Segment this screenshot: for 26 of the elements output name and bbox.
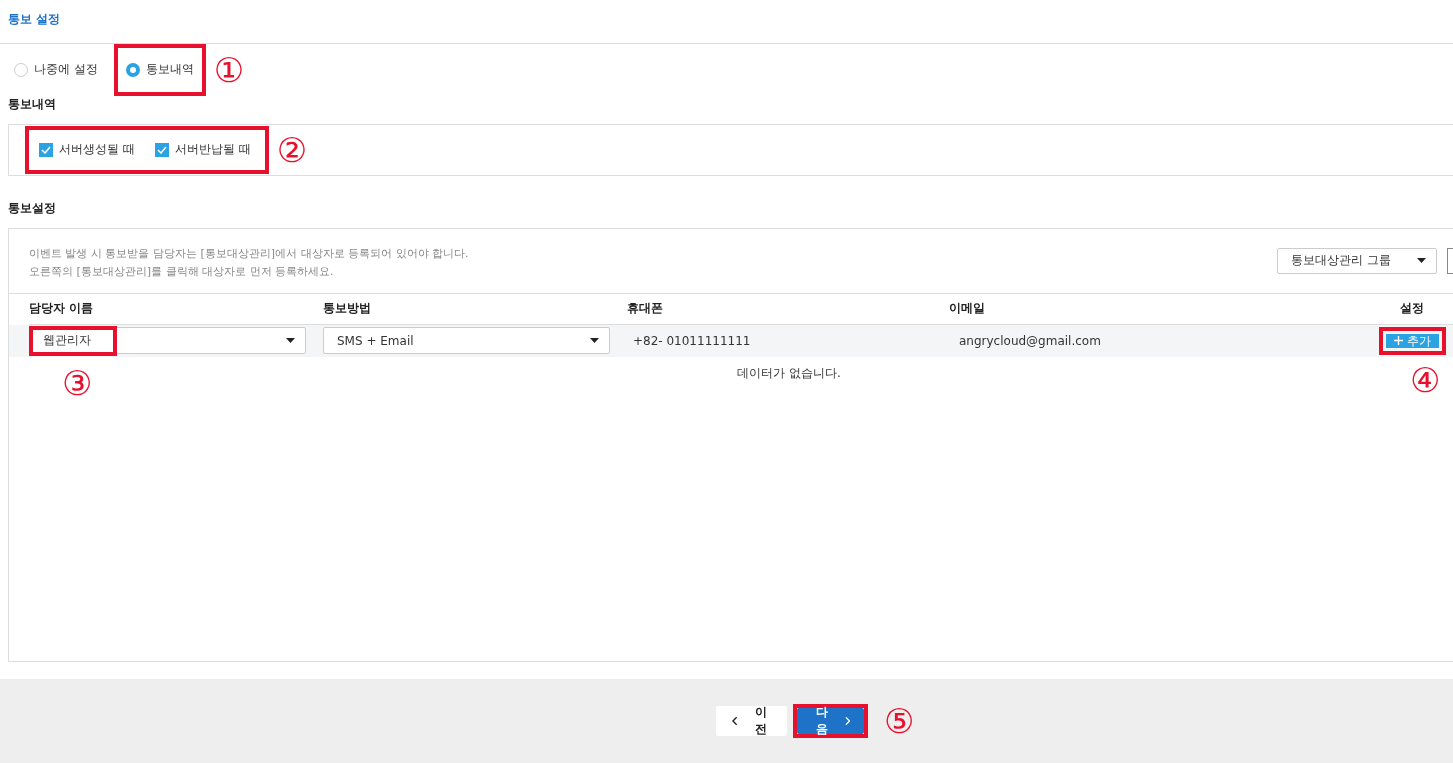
column-header: 통보방법	[323, 300, 371, 318]
callout-number: ①	[213, 52, 245, 87]
page-title: 통보 설정	[8, 12, 61, 26]
column-header: 휴대폰	[627, 300, 663, 318]
radio-option[interactable]: 통보내역	[125, 61, 194, 79]
empty-message: 데이터가 없습니다.	[737, 365, 841, 380]
callout-number: ③	[62, 365, 93, 400]
phone-cell: +82- 01011111111	[633, 333, 751, 348]
column-header: 이메일	[949, 300, 985, 318]
column-header: 담당자 이름	[29, 300, 94, 318]
email-cell: angrycloud@gmail.com	[959, 333, 1101, 348]
previous-button[interactable]: 이전	[716, 705, 787, 736]
checkbox-option[interactable]: 서버반납될 때	[154, 141, 251, 159]
callout-number: ④	[1410, 362, 1441, 397]
radio-option[interactable]: 나중에 설정	[14, 61, 98, 79]
section-heading: 통보내역	[7, 95, 57, 113]
column-header: 설정	[1400, 300, 1424, 318]
callout-number: ⑤	[884, 703, 915, 738]
notice-text: 오른쪽의 [통보대상관리]를 클릭해 대상자로 먼저 등록하세요.	[29, 263, 335, 280]
next-button[interactable]: 다음	[797, 707, 864, 734]
method-select[interactable]: SMS + Email	[323, 327, 610, 355]
notice-text: 이벤트 발생 시 통보받을 담당자는 [통보대상관리]에서 대상자로 등록되어 있어야 합니다.	[29, 245, 470, 262]
checkbox-option[interactable]: 서버생성될 때	[39, 141, 135, 159]
section-heading: 통보설정	[7, 199, 57, 217]
group-select[interactable]: 통보대상관리 그룹	[1277, 247, 1437, 274]
callout-number: ②	[276, 132, 308, 167]
